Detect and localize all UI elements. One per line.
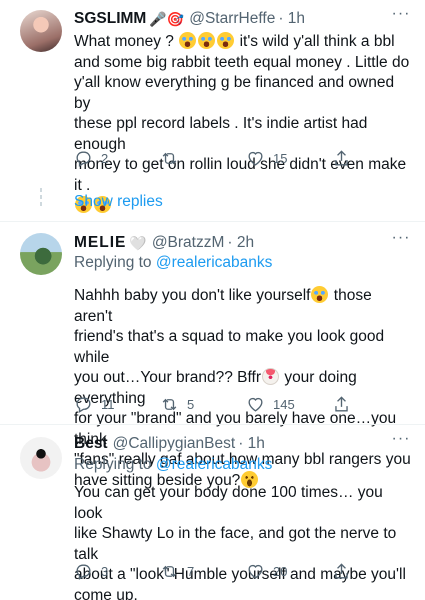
share-button[interactable] [332, 562, 351, 581]
tweet-actions: 11 5 145 [74, 394, 374, 414]
handle[interactable]: @StarrHeffe [189, 10, 275, 28]
like-button[interactable]: 145 [246, 395, 295, 414]
retweet-count: 7 [187, 563, 195, 579]
like-button[interactable]: 15 [246, 149, 287, 168]
timestamp[interactable]: · 2h [227, 234, 254, 252]
heart-icon [248, 564, 263, 579]
replying-prefix: Replying to [74, 254, 152, 271]
text-line: it's wild y'all think a bbl [239, 33, 395, 50]
like-button[interactable]: 20 [246, 562, 287, 581]
timestamp[interactable]: · 1h [238, 435, 265, 453]
reply-button[interactable]: 3 [74, 562, 108, 581]
laughing-emoji-icon [217, 32, 235, 49]
like-count: 20 [273, 563, 288, 579]
like-count: 15 [273, 150, 288, 166]
avatar[interactable] [20, 437, 62, 479]
share-icon [335, 149, 348, 166]
tweet-header: SGSLIMM 🎤🎯 @StarrHeffe · 1h [74, 8, 305, 30]
display-name[interactable]: MELIE [74, 234, 126, 252]
replying-to: Replying to @realericabanks [74, 456, 272, 474]
name-emojis: 🤍 [129, 235, 147, 251]
share-icon [335, 562, 348, 579]
text-line: friend's that's a squad to make you look… [74, 328, 385, 366]
tweet-actions: 3 7 20 [74, 561, 374, 581]
laughing-emoji-icon [311, 286, 329, 303]
tweet-header: Best @CallipygianBest · 1h [74, 433, 265, 455]
retweet-icon [162, 152, 177, 164]
show-replies-link[interactable]: Show replies [74, 193, 163, 211]
text-line: Nahhh baby you don't like yourself [74, 287, 311, 304]
avatar[interactable] [20, 233, 62, 275]
tweet-text: You can get your body done 100 times… yo… [74, 483, 412, 600]
retweet-button[interactable]: 7 [160, 562, 194, 581]
retweet-button[interactable]: 5 [160, 395, 194, 414]
tweet-actions: 2 15 [74, 148, 374, 168]
share-button[interactable] [332, 149, 351, 168]
text-line: You can get your body done 100 times… yo… [74, 484, 383, 522]
reply-count: 11 [101, 396, 115, 412]
retweet-count: 5 [187, 396, 195, 412]
heart-icon [248, 397, 263, 412]
thread-connector [38, 188, 44, 209]
share-icon [335, 395, 348, 412]
tweet-2[interactable]: MELIE 🤍 @BratzzM · 2h ··· Replying to @r… [0, 222, 425, 489]
retweet-button[interactable] [160, 149, 187, 168]
replying-to-link[interactable]: @realericabanks [156, 254, 273, 271]
reply-button[interactable]: 2 [74, 149, 108, 168]
like-count: 145 [273, 396, 295, 412]
more-icon[interactable]: ··· [391, 6, 411, 28]
name-emojis: 🎤🎯 [149, 11, 185, 27]
replying-to-link[interactable]: @realericabanks [156, 456, 273, 473]
display-name[interactable]: Best [74, 435, 108, 453]
reply-button[interactable]: 11 [74, 395, 115, 414]
handle[interactable]: @BratzzM [152, 234, 225, 252]
laughing-emoji-icon [198, 32, 216, 49]
text-line: come up. [74, 586, 138, 600]
text-line: and some big rabbit teeth equal money . … [74, 53, 410, 71]
retweet-icon [162, 398, 177, 410]
retweet-icon [162, 565, 177, 577]
reply-count: 3 [101, 563, 109, 579]
avatar[interactable] [20, 10, 62, 52]
text-line: like Shawty Lo in the face, and got the … [74, 525, 397, 563]
tweet-3[interactable]: Best @CallipygianBest · 1h ··· Replying … [0, 425, 425, 600]
more-icon[interactable]: ··· [391, 230, 411, 252]
reply-icon [76, 563, 91, 580]
reply-icon [76, 150, 91, 167]
text-line: y'all know everything g be financed and … [74, 74, 395, 112]
more-icon[interactable]: ··· [391, 431, 411, 453]
text-line: What money ? [74, 33, 174, 50]
clown-emoji-icon [262, 368, 279, 385]
replying-to: Replying to @realericabanks [74, 254, 272, 272]
text-line: you out…Your brand?? Bffr [74, 369, 261, 386]
laughing-emoji-icon [179, 32, 197, 49]
tweet-text: What money ? it's wild y'all think a bbl… [74, 32, 412, 217]
reply-icon [76, 396, 91, 413]
timestamp[interactable]: · 1h [278, 10, 305, 28]
replying-prefix: Replying to [74, 456, 152, 473]
heart-icon [248, 151, 263, 166]
reply-count: 2 [101, 150, 109, 166]
share-button[interactable] [332, 395, 351, 414]
handle[interactable]: @CallipygianBest [113, 435, 236, 453]
tweet-header: MELIE 🤍 @BratzzM · 2h [74, 232, 254, 254]
display-name[interactable]: SGSLIMM [74, 10, 146, 28]
tweet-1[interactable]: SGSLIMM 🎤🎯 @StarrHeffe · 1h ··· What mon… [0, 0, 425, 216]
